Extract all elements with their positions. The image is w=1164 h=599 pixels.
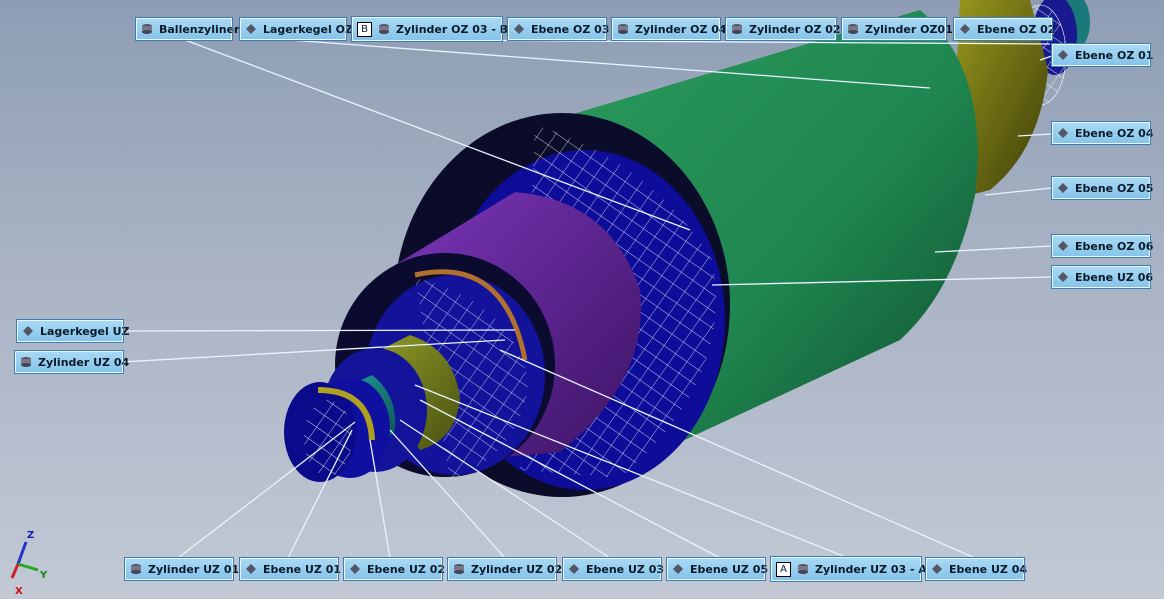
plane-icon — [245, 563, 257, 575]
cylinder-icon — [453, 563, 465, 575]
axis-triad: Z Y X — [10, 530, 48, 596]
tag-zylinder-uz-04[interactable]: Zylinder UZ 04 — [14, 350, 129, 374]
tag-ebene-oz-02[interactable]: Ebene OZ 02 — [953, 17, 1055, 41]
tag-zylinder-uz-03-a[interactable]: A Zylinder UZ 03 - A — [770, 556, 927, 582]
tag-ebene-uz-05[interactable]: Ebene UZ 05 — [666, 557, 768, 581]
plane-icon — [513, 23, 525, 35]
plane-icon — [245, 23, 257, 35]
tag-ebene-uz-06[interactable]: Ebene UZ 06 — [1051, 265, 1153, 289]
tag-ebene-oz-04[interactable]: Ebene OZ 04 — [1051, 121, 1153, 145]
plane-icon — [568, 563, 580, 575]
plane-icon — [931, 563, 943, 575]
plane-icon — [349, 563, 361, 575]
tag-zylinder-oz-04[interactable]: Zylinder OZ 04 — [611, 17, 727, 41]
cylinder-icon — [617, 23, 629, 35]
tag-ebene-oz-01[interactable]: Ebene OZ 01 — [1051, 43, 1153, 67]
plane-icon — [1057, 271, 1069, 283]
datum-marker-a: A — [776, 561, 791, 577]
tag-ebene-oz-05[interactable]: Ebene OZ 05 — [1051, 176, 1153, 200]
tag-ebene-uz-01[interactable]: Ebene UZ 01 — [239, 557, 341, 581]
plane-icon — [672, 563, 684, 575]
cylinder-icon — [141, 23, 153, 35]
tag-ballenzyliner[interactable]: Ballenzyliner — [135, 17, 239, 41]
plane-icon — [22, 325, 34, 337]
cylinder-icon — [20, 356, 32, 368]
axis-x-label: X — [15, 586, 23, 596]
tag-ebene-oz-06[interactable]: Ebene OZ 06 — [1051, 234, 1153, 258]
axis-y-label: Y — [39, 570, 48, 581]
tag-lagerkegel-uz[interactable]: Lagerkegel UZ — [16, 319, 130, 343]
tag-zylinder-oz01[interactable]: Zylinder OZ01 — [841, 17, 953, 41]
axis-z-label: Z — [27, 530, 34, 541]
tag-zylinder-uz-01[interactable]: Zylinder UZ 01 — [124, 557, 239, 581]
tag-ebene-uz-04[interactable]: Ebene UZ 04 — [925, 557, 1027, 581]
plane-icon — [1057, 127, 1069, 139]
cylinder-icon — [731, 23, 743, 35]
tag-zylinder-oz-03-b[interactable]: B Zylinder OZ 03 - B — [351, 16, 508, 42]
tag-ebene-uz-03[interactable]: Ebene UZ 03 — [562, 557, 664, 581]
tag-ebene-uz-02[interactable]: Ebene UZ 02 — [343, 557, 445, 581]
cylinder-icon — [797, 563, 809, 575]
plane-icon — [1057, 182, 1069, 194]
datum-marker-b: B — [357, 21, 372, 37]
cylinder-icon — [847, 23, 859, 35]
cylinder-icon — [378, 23, 390, 35]
plane-icon — [959, 23, 971, 35]
tag-ebene-oz-03[interactable]: Ebene OZ 03 — [507, 17, 609, 41]
plane-icon — [1057, 49, 1069, 61]
tag-zylinder-oz-02[interactable]: Zylinder OZ 02 — [725, 17, 841, 41]
tag-zylinder-uz-02[interactable]: Zylinder UZ 02 — [447, 557, 562, 581]
3d-viewport[interactable] — [0, 0, 1164, 599]
cylinder-icon — [130, 563, 142, 575]
plane-icon — [1057, 240, 1069, 252]
tag-lagerkegel-oz[interactable]: Lagerkegel OZ — [239, 17, 353, 41]
